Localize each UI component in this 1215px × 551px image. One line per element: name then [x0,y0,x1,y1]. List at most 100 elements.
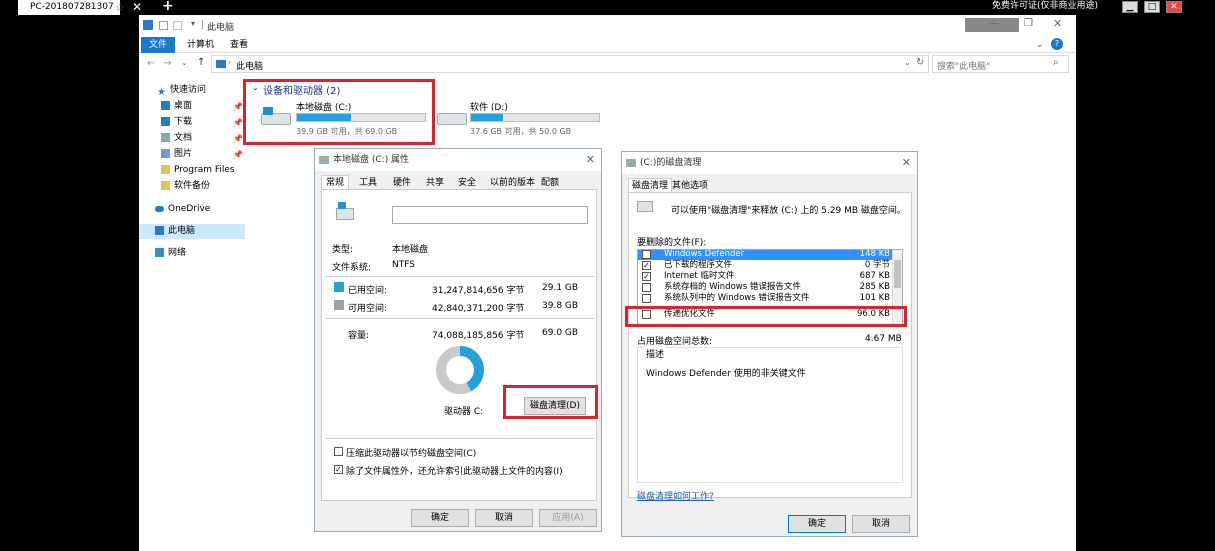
tab-previous-versions[interactable]: 以前的版本 [490,176,535,190]
item-checkbox[interactable] [642,250,651,259]
apply-button[interactable]: 应用(A) [539,509,597,527]
star-icon[interactable]: ☆ [115,0,125,15]
search-box[interactable]: 搜索"此电脑" ⌕ [932,55,1069,73]
cancel-button[interactable]: 取消 [475,509,533,527]
item-checkbox[interactable]: ✓ [642,272,651,281]
ok-button[interactable]: 确定 [411,509,469,527]
back-icon[interactable]: ← [147,58,155,69]
ribbon-tabs: 文件 计算机 查看 ⌄ ? [139,37,1076,53]
chevron-down-icon[interactable]: ⌄ [1036,40,1044,50]
index-checkbox[interactable]: ✓ [334,465,343,474]
item-checkbox[interactable]: ✓ [642,261,651,270]
list-item[interactable]: 系统存档的 Windows 错误报告文件 285 KB [638,282,892,293]
separator-icon: | [201,20,205,30]
nav-this-pc[interactable]: 此电脑 [139,224,245,239]
refresh-icon[interactable]: ↻ [916,57,924,68]
picture-icon [161,149,170,158]
tab-file[interactable]: 文件 [141,37,176,53]
list-item[interactable]: 系统队列中的 Windows 错误报告文件 101 KB [638,293,892,304]
tab-hardware[interactable]: 硬件 [393,176,411,190]
item-checkbox[interactable] [642,283,651,292]
highlight-box-delivery-optimization [625,306,907,327]
dropdown-icon[interactable]: ⌄ [904,58,911,67]
min-icon[interactable]: — [989,18,999,29]
close-button[interactable]: ✕ [1166,1,1182,13]
customize-icon[interactable]: ▾ [191,19,195,28]
highlight-box-cleanup [503,385,598,419]
nav-program-files[interactable]: Program Files [161,163,235,178]
cleanup-panel: 可以使用"磁盘清理"来释放 (C:) 上的 5.29 MB 磁盘空间。 要删除的… [628,192,912,502]
close-session-icon[interactable]: ✕ [132,0,142,15]
ok-button[interactable]: 确定 [788,515,846,533]
tab-tools[interactable]: 工具 [359,176,377,190]
cleanup-tabs: 磁盘清理 其他选项 [628,178,912,192]
drive-icon [336,208,354,220]
nav-software-backup[interactable]: 软件备份 [161,179,210,194]
nav-onedrive[interactable]: OneDrive [155,202,210,217]
nav-network[interactable]: 网络 [155,246,186,261]
nav-label: Program Files [174,165,235,175]
item-size: 148 KB [859,249,890,259]
drive-name-input[interactable] [392,206,588,224]
drive-d-usage-bar [470,113,600,122]
explorer-window: ▾ | 此电脑 — ❐ ✕ 文件 计算机 查看 ⌄ ? ← → ⌄ ↑ › 此电… [139,15,1076,551]
address-bar[interactable]: › 此电脑 ⌄ ↻ [211,55,929,73]
network-icon [155,248,164,257]
drive-label: 驱动器 C: [444,407,484,417]
capacity-bytes: 74,088,185,856 字节 [432,331,525,341]
cleanup-title: (C:)的磁盘清理 [640,158,702,168]
tab-disk-cleanup[interactable]: 磁盘清理 [628,178,673,192]
item-name: 已下载的程序文件 [664,260,733,270]
help-icon[interactable]: ? [1051,38,1063,50]
drive-icon [637,201,653,212]
pin-icon: 📌 [233,134,243,143]
capacity-label: 容量: [348,331,370,341]
tab-quota[interactable]: 配额 [541,176,559,190]
tab-more-options[interactable]: 其他选项 [672,179,708,193]
list-item[interactable]: Windows Defender 148 KB [638,249,892,260]
nav-desktop[interactable]: 桌面 📌 [161,99,243,114]
nav-label: 文档 [174,133,193,143]
close-icon[interactable]: ✕ [1053,17,1062,30]
nav-pictures[interactable]: 图片 📌 [161,147,243,162]
drive-d[interactable]: 软件 (D:) 37.6 GB 可用，共 50.0 GB [433,98,608,138]
window-title: 此电脑 [207,23,235,33]
tab-view[interactable]: 查看 [222,37,256,53]
properties-icon[interactable] [173,21,182,30]
nav-label: 网络 [168,248,187,258]
nav-quick-access[interactable]: ★ 快速访问 [157,83,206,98]
tab-computer[interactable]: 计算机 [179,37,222,53]
quick-access-icon[interactable] [159,21,168,30]
minimize-button[interactable]: ▁ [1122,1,1138,13]
nav-downloads[interactable]: 下载 📌 [161,115,243,130]
nav-label: 下载 [174,117,193,127]
list-item[interactable]: ✓ Internet 临时文件 687 KB [638,271,892,282]
drive-icon [319,156,329,164]
pin-icon: 📌 [233,118,243,127]
list-item[interactable]: ✓ 已下载的程序文件 0 字节 [638,260,892,271]
new-session-icon[interactable]: + [162,0,174,14]
restore-icon[interactable]: ❐ [1024,18,1033,29]
recent-icon[interactable]: ⌄ [181,58,188,67]
nav-documents[interactable]: 文档 📌 [161,131,243,146]
close-icon[interactable]: ✕ [586,149,595,171]
usage-donut [436,346,484,394]
cancel-button[interactable]: 取消 [852,515,910,533]
description-label: 描述 [644,347,667,360]
close-icon[interactable]: ✕ [902,152,911,174]
folder-icon [161,181,170,190]
scrollbar-thumb[interactable] [894,260,901,288]
compress-checkbox[interactable] [334,447,343,456]
how-it-works-link[interactable]: 磁盘清理如何工作? [637,489,714,502]
tab-sharing[interactable]: 共享 [426,176,444,190]
forward-icon[interactable]: → [163,58,171,69]
tab-security[interactable]: 安全 [458,176,476,190]
remote-session-tab[interactable]: PC-201807281307 [18,0,120,15]
maximize-button[interactable]: □ [1144,1,1160,13]
total-value: 4.67 MB [865,334,902,344]
used-legend-swatch [334,282,344,292]
address-row: ← → ⌄ ↑ › 此电脑 ⌄ ↻ 搜索"此电脑" ⌕ [139,55,1076,75]
item-checkbox[interactable] [642,294,651,303]
tab-general[interactable]: 常规 [321,175,350,189]
up-icon[interactable]: ↑ [197,57,205,68]
